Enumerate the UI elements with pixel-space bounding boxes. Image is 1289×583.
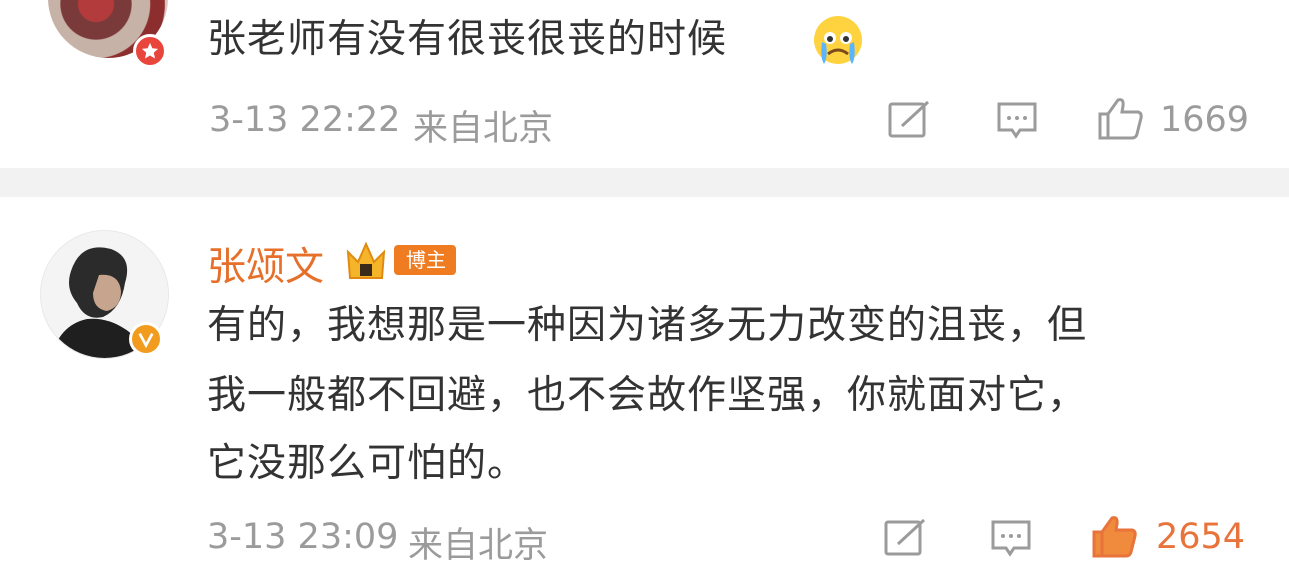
- divider: [0, 168, 1289, 197]
- comment-line: 有的，我想那是一种因为诸多无力改变的沮丧，但: [207, 303, 1088, 348]
- comment-time: 3-13 22:22: [209, 100, 401, 140]
- like-count: 2654: [1156, 517, 1246, 557]
- comment-icon[interactable]: [996, 100, 1038, 140]
- verified-v-badge-icon: [129, 322, 163, 356]
- comment-location: 来自北京: [413, 109, 554, 149]
- repost-icon[interactable]: [884, 518, 928, 558]
- comment-line: 我一般都不回避，也不会故作坚强，你就面对它，: [207, 373, 1088, 418]
- crown-icon: [344, 238, 400, 282]
- comment-line: 它没那么可怕的。: [207, 441, 528, 486]
- author-tag: 博主: [394, 245, 456, 275]
- repost-icon[interactable]: [888, 100, 932, 140]
- comment-icon[interactable]: [990, 518, 1032, 558]
- username[interactable]: 张颂文: [207, 236, 324, 292]
- comment-text: 张老师有没有很丧很丧的时候: [207, 17, 728, 62]
- like-icon[interactable]: [1098, 96, 1144, 140]
- liked-icon[interactable]: [1092, 514, 1138, 558]
- comment-location: 来自北京: [408, 526, 549, 566]
- like-count: 1669: [1160, 100, 1250, 140]
- comment-time: 3-13 23:09: [207, 517, 399, 557]
- crying-face-icon: [810, 12, 866, 68]
- verified-badge-icon: [133, 34, 167, 68]
